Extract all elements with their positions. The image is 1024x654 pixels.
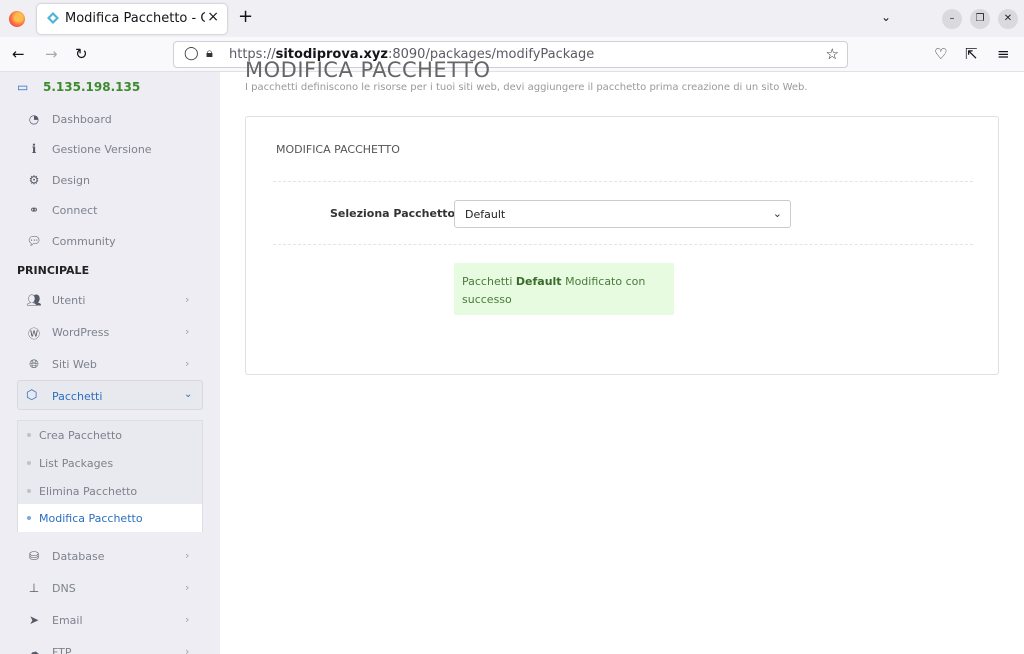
globe-icon: 🌐︎ bbox=[29, 357, 39, 371]
menu-icon[interactable]: ≡ bbox=[997, 45, 1010, 63]
chevron-right-icon: › bbox=[185, 613, 190, 626]
lock-icon[interactable]: 🔒︎ bbox=[206, 46, 213, 61]
cloud-icon: ☁ bbox=[28, 645, 40, 654]
chevron-right-icon: › bbox=[185, 581, 190, 594]
minimize-icon[interactable]: – bbox=[942, 9, 962, 29]
submenu-item-delete[interactable]: Elimina Pacchetto bbox=[18, 477, 202, 505]
select-package-label: Seleziona Pacchetto bbox=[330, 207, 456, 220]
cubes-icon: ⬡ bbox=[26, 388, 38, 403]
sidebar-item-dns[interactable]: ⊥ DNS › bbox=[0, 573, 220, 603]
sidebar-item-email[interactable]: ➤ Email › bbox=[0, 605, 220, 635]
sidebar-item-connect[interactable]: ⚭ Connect bbox=[0, 195, 220, 225]
package-select[interactable]: Default ⌄ bbox=[454, 200, 791, 228]
browser-tab[interactable]: Modifica Pacchetto - Cyb × bbox=[37, 4, 227, 34]
extensions-icon[interactable]: ⇱ bbox=[965, 45, 978, 63]
success-message: Pacchetti Default Modificato con success… bbox=[462, 275, 646, 306]
submenu-item-create[interactable]: Crea Pacchetto bbox=[18, 421, 202, 449]
pocket-icon[interactable]: ♡ bbox=[934, 45, 947, 63]
info-icon: i bbox=[31, 142, 37, 156]
paper-plane-icon: ➤ bbox=[28, 613, 40, 627]
chevron-down-icon: ⌄ bbox=[772, 207, 782, 220]
sidebar-item-version[interactable]: i Gestione Versione bbox=[0, 134, 220, 164]
sidebar-item-packages[interactable]: ⬡ Pacchetti ⌄ bbox=[17, 380, 203, 410]
monitor-icon: ▭ bbox=[17, 80, 29, 94]
sidebar-item-ftp[interactable]: ☁ FTP › bbox=[0, 637, 220, 654]
new-tab-icon[interactable]: + bbox=[238, 6, 253, 27]
chevron-right-icon: › bbox=[185, 645, 190, 654]
close-window-icon[interactable]: ✕ bbox=[998, 9, 1018, 29]
back-icon[interactable]: ← bbox=[12, 45, 25, 63]
server-ip: ▭ 5.135.198.135 bbox=[17, 80, 141, 94]
sidebar-item-design[interactable]: ⚙ Design bbox=[0, 165, 220, 195]
packages-submenu: Crea Pacchetto List Packages Elimina Pac… bbox=[17, 420, 203, 532]
card-title: MODIFICA PACCHETTO bbox=[276, 143, 400, 156]
sidebar-item-websites[interactable]: 🌐︎ Siti Web › bbox=[0, 349, 220, 379]
divider bbox=[273, 181, 973, 182]
submenu-item-list[interactable]: List Packages bbox=[18, 449, 202, 477]
database-icon: ⛁ bbox=[28, 549, 40, 563]
tab-close-icon[interactable]: × bbox=[207, 9, 219, 25]
chevron-right-icon: › bbox=[185, 357, 190, 370]
bookmark-star-icon[interactable]: ☆ bbox=[826, 45, 839, 63]
page-subtitle: I pacchetti definiscono le risorse per i… bbox=[245, 82, 808, 93]
restore-icon[interactable]: ❐ bbox=[970, 9, 990, 29]
gear-icon: ⚙ bbox=[28, 173, 40, 187]
page-title: MODIFICA PACCHETTO bbox=[245, 58, 491, 82]
dashboard-icon: ◔ bbox=[28, 112, 40, 126]
main-content: MODIFICA PACCHETTO I pacchetti definisco… bbox=[220, 58, 1024, 654]
users-icon: 👥︎ bbox=[26, 293, 42, 307]
sidebar-item-community[interactable]: 💬︎ Community bbox=[0, 226, 220, 256]
firefox-logo-icon[interactable] bbox=[9, 11, 25, 27]
success-alert: Pacchetti Default Modificato con success… bbox=[454, 263, 674, 315]
chevron-right-icon: › bbox=[185, 549, 190, 562]
modify-package-card: MODIFICA PACCHETTO Seleziona Pacchetto D… bbox=[245, 116, 999, 375]
wordpress-icon: Ⓦ bbox=[27, 327, 40, 341]
package-select-value: Default bbox=[465, 208, 506, 221]
section-label: PRINCIPALE bbox=[17, 264, 90, 277]
tab-title: Modifica Pacchetto - Cyb bbox=[65, 11, 205, 26]
forward-icon[interactable]: → bbox=[45, 45, 58, 63]
sidebar-item-database[interactable]: ⛁ Database › bbox=[0, 541, 220, 571]
site-favicon-icon bbox=[47, 12, 59, 24]
chevron-right-icon: › bbox=[185, 325, 190, 338]
divider bbox=[273, 244, 973, 245]
sidebar-item-dashboard[interactable]: ◔ Dashboard bbox=[0, 104, 220, 134]
chevron-down-icon: ⌄ bbox=[184, 389, 193, 400]
sidebar: ▭ 5.135.198.135 ◔ Dashboard i Gestione Ve… bbox=[0, 72, 220, 654]
sitemap-icon: ⊥ bbox=[28, 581, 40, 595]
submenu-item-modify[interactable]: Modifica Pacchetto bbox=[18, 504, 202, 532]
connect-icon: ⚭ bbox=[28, 203, 40, 217]
chevron-right-icon: › bbox=[185, 293, 190, 306]
reload-icon[interactable]: ↻ bbox=[75, 45, 88, 63]
sidebar-item-wordpress[interactable]: Ⓦ WordPress › bbox=[0, 317, 220, 347]
list-tabs-icon[interactable]: ⌄ bbox=[881, 10, 891, 24]
sidebar-item-users[interactable]: 👥︎ Utenti › bbox=[0, 285, 220, 315]
browser-tab-bar: Modifica Pacchetto - Cyb × + ⌄ – ❐ ✕ bbox=[0, 0, 1024, 37]
shield-icon[interactable]: ◯ bbox=[184, 46, 199, 61]
comments-icon: 💬︎ bbox=[26, 234, 42, 248]
